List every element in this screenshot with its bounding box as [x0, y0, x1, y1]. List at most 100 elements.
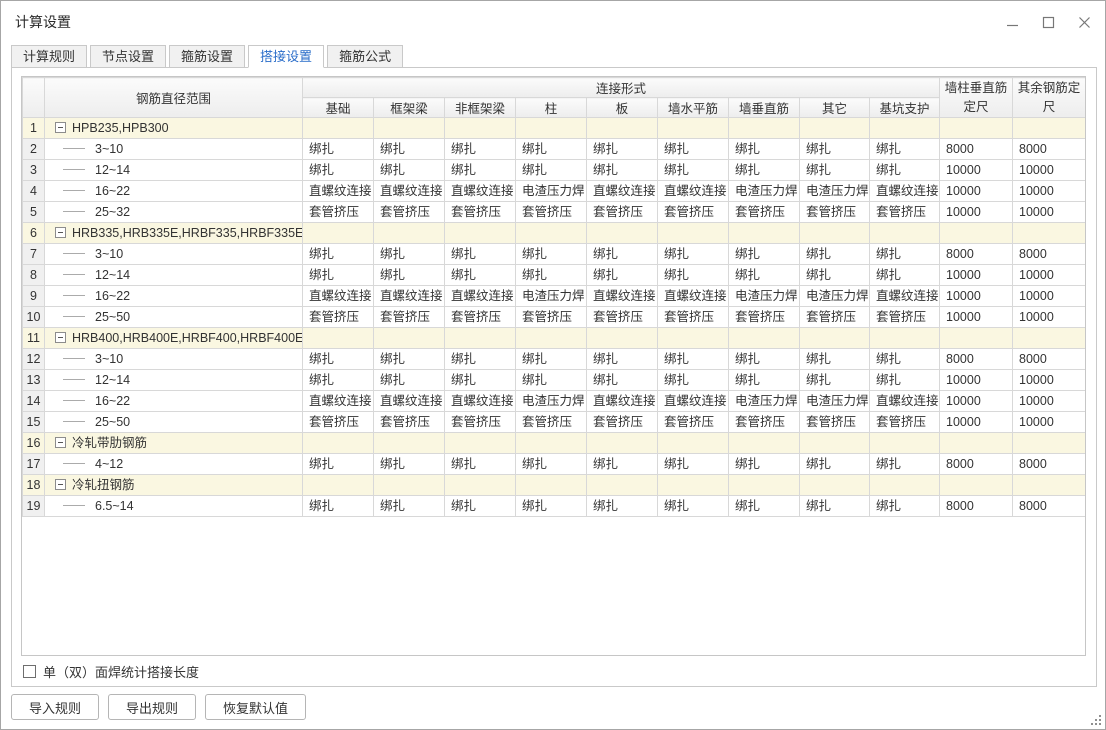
- connection-cell-wall-horizontal-bar[interactable]: 绑扎: [658, 160, 729, 181]
- other-rebar-length-cell[interactable]: 10000: [1013, 181, 1086, 202]
- connection-cell-pit-support[interactable]: 直螺纹连接: [870, 181, 940, 202]
- connection-cell-pit-support[interactable]: 套管挤压: [870, 307, 940, 328]
- other-rebar-length-cell[interactable]: 8000: [1013, 349, 1086, 370]
- connection-cell-other[interactable]: 电渣压力焊: [800, 181, 870, 202]
- connection-cell-foundation[interactable]: 绑扎: [303, 349, 374, 370]
- connection-cell-non-frame-beam[interactable]: 绑扎: [445, 160, 516, 181]
- single-double-weld-checkbox[interactable]: [23, 665, 36, 678]
- connection-cell-foundation[interactable]: 绑扎: [303, 160, 374, 181]
- connection-cell-pit-support[interactable]: 绑扎: [870, 496, 940, 517]
- connection-cell-wall-horizontal-bar[interactable]: 绑扎: [658, 244, 729, 265]
- connection-cell-other[interactable]: 电渣压力焊: [800, 286, 870, 307]
- connection-cell-frame-beam[interactable]: 绑扎: [374, 265, 445, 286]
- tab-node-settings[interactable]: 节点设置: [90, 45, 166, 68]
- connection-cell-wall-vertical-bar[interactable]: 绑扎: [729, 349, 800, 370]
- connection-cell-slab[interactable]: 绑扎: [587, 496, 658, 517]
- connection-cell-wall-horizontal-bar[interactable]: 套管挤压: [658, 412, 729, 433]
- connection-cell-wall-horizontal-bar[interactable]: 绑扎: [658, 496, 729, 517]
- wall-column-length-cell[interactable]: 10000: [940, 307, 1013, 328]
- connection-cell-wall-vertical-bar[interactable]: 电渣压力焊: [729, 391, 800, 412]
- collapse-minus-icon[interactable]: [55, 227, 66, 238]
- connection-cell-frame-beam[interactable]: 套管挤压: [374, 307, 445, 328]
- connection-cell-foundation[interactable]: 绑扎: [303, 454, 374, 475]
- connection-cell-slab[interactable]: 套管挤压: [587, 307, 658, 328]
- connection-cell-foundation[interactable]: 套管挤压: [303, 202, 374, 223]
- tab-stirrup-settings[interactable]: 箍筋设置: [169, 45, 245, 68]
- connection-cell-non-frame-beam[interactable]: 绑扎: [445, 349, 516, 370]
- connection-cell-slab[interactable]: 绑扎: [587, 265, 658, 286]
- wall-column-length-cell[interactable]: 8000: [940, 349, 1013, 370]
- connection-cell-pit-support[interactable]: 绑扎: [870, 454, 940, 475]
- connection-cell-frame-beam[interactable]: 绑扎: [374, 160, 445, 181]
- connection-cell-foundation[interactable]: 套管挤压: [303, 412, 374, 433]
- connection-cell-wall-horizontal-bar[interactable]: 套管挤压: [658, 307, 729, 328]
- wall-column-length-cell[interactable]: 8000: [940, 454, 1013, 475]
- connection-cell-non-frame-beam[interactable]: 绑扎: [445, 265, 516, 286]
- connection-cell-non-frame-beam[interactable]: 绑扎: [445, 244, 516, 265]
- connection-cell-wall-vertical-bar[interactable]: 绑扎: [729, 160, 800, 181]
- connection-cell-foundation[interactable]: 绑扎: [303, 244, 374, 265]
- connection-cell-non-frame-beam[interactable]: 套管挤压: [445, 202, 516, 223]
- connection-cell-foundation[interactable]: 套管挤压: [303, 307, 374, 328]
- connection-cell-wall-vertical-bar[interactable]: 电渣压力焊: [729, 286, 800, 307]
- other-rebar-length-cell[interactable]: 10000: [1013, 286, 1086, 307]
- connection-cell-pit-support[interactable]: 直螺纹连接: [870, 286, 940, 307]
- diameter-range-cell[interactable]: 25~32: [45, 202, 303, 223]
- other-rebar-length-cell[interactable]: 8000: [1013, 454, 1086, 475]
- connection-cell-wall-vertical-bar[interactable]: 套管挤压: [729, 202, 800, 223]
- connection-cell-other[interactable]: 绑扎: [800, 349, 870, 370]
- connection-cell-wall-horizontal-bar[interactable]: 绑扎: [658, 139, 729, 160]
- connection-cell-non-frame-beam[interactable]: 绑扎: [445, 370, 516, 391]
- connection-cell-pit-support[interactable]: 直螺纹连接: [870, 391, 940, 412]
- wall-column-length-cell[interactable]: 8000: [940, 139, 1013, 160]
- connection-cell-other[interactable]: 绑扎: [800, 160, 870, 181]
- tab-lap-settings[interactable]: 搭接设置: [248, 45, 324, 68]
- other-rebar-length-cell[interactable]: 8000: [1013, 496, 1086, 517]
- connection-cell-wall-horizontal-bar[interactable]: 直螺纹连接: [658, 181, 729, 202]
- resize-grip-icon[interactable]: [1089, 713, 1101, 725]
- connection-cell-wall-horizontal-bar[interactable]: 绑扎: [658, 370, 729, 391]
- connection-cell-column[interactable]: 绑扎: [516, 349, 587, 370]
- connection-cell-column[interactable]: 绑扎: [516, 265, 587, 286]
- other-rebar-length-cell[interactable]: 10000: [1013, 370, 1086, 391]
- connection-cell-slab[interactable]: 绑扎: [587, 349, 658, 370]
- connection-cell-non-frame-beam[interactable]: 直螺纹连接: [445, 391, 516, 412]
- connection-cell-wall-horizontal-bar[interactable]: 绑扎: [658, 349, 729, 370]
- connection-cell-slab[interactable]: 绑扎: [587, 370, 658, 391]
- connection-cell-other[interactable]: 套管挤压: [800, 202, 870, 223]
- diameter-range-cell[interactable]: 3~10: [45, 349, 303, 370]
- other-rebar-length-cell[interactable]: 10000: [1013, 160, 1086, 181]
- tab-stirrup-formula[interactable]: 箍筋公式: [327, 45, 403, 68]
- connection-cell-foundation[interactable]: 绑扎: [303, 370, 374, 391]
- wall-column-length-cell[interactable]: 10000: [940, 265, 1013, 286]
- connection-cell-non-frame-beam[interactable]: 绑扎: [445, 496, 516, 517]
- diameter-range-cell[interactable]: 3~10: [45, 244, 303, 265]
- connection-cell-wall-vertical-bar[interactable]: 绑扎: [729, 454, 800, 475]
- connection-cell-column[interactable]: 电渣压力焊: [516, 286, 587, 307]
- connection-cell-other[interactable]: 绑扎: [800, 244, 870, 265]
- connection-cell-column[interactable]: 绑扎: [516, 370, 587, 391]
- connection-cell-slab[interactable]: 绑扎: [587, 454, 658, 475]
- wall-column-length-cell[interactable]: 10000: [940, 160, 1013, 181]
- connection-cell-column[interactable]: 绑扎: [516, 454, 587, 475]
- wall-column-length-cell[interactable]: 10000: [940, 391, 1013, 412]
- connection-cell-other[interactable]: 绑扎: [800, 370, 870, 391]
- single-double-weld-checkbox-label[interactable]: 单（双）面焊统计搭接长度: [43, 662, 199, 681]
- other-rebar-length-cell[interactable]: 10000: [1013, 412, 1086, 433]
- connection-cell-wall-vertical-bar[interactable]: 绑扎: [729, 496, 800, 517]
- connection-cell-wall-vertical-bar[interactable]: 绑扎: [729, 244, 800, 265]
- connection-cell-slab[interactable]: 套管挤压: [587, 412, 658, 433]
- diameter-range-cell[interactable]: 4~12: [45, 454, 303, 475]
- other-rebar-length-cell[interactable]: 8000: [1013, 139, 1086, 160]
- connection-cell-other[interactable]: 电渣压力焊: [800, 391, 870, 412]
- diameter-range-cell[interactable]: 6.5~14: [45, 496, 303, 517]
- connection-cell-non-frame-beam[interactable]: 直螺纹连接: [445, 181, 516, 202]
- connection-cell-slab[interactable]: 绑扎: [587, 160, 658, 181]
- connection-cell-wall-vertical-bar[interactable]: 绑扎: [729, 265, 800, 286]
- connection-cell-frame-beam[interactable]: 绑扎: [374, 454, 445, 475]
- connection-cell-slab[interactable]: 套管挤压: [587, 202, 658, 223]
- connection-cell-slab[interactable]: 直螺纹连接: [587, 181, 658, 202]
- other-rebar-length-cell[interactable]: 10000: [1013, 202, 1086, 223]
- connection-cell-frame-beam[interactable]: 绑扎: [374, 244, 445, 265]
- connection-cell-wall-vertical-bar[interactable]: 绑扎: [729, 370, 800, 391]
